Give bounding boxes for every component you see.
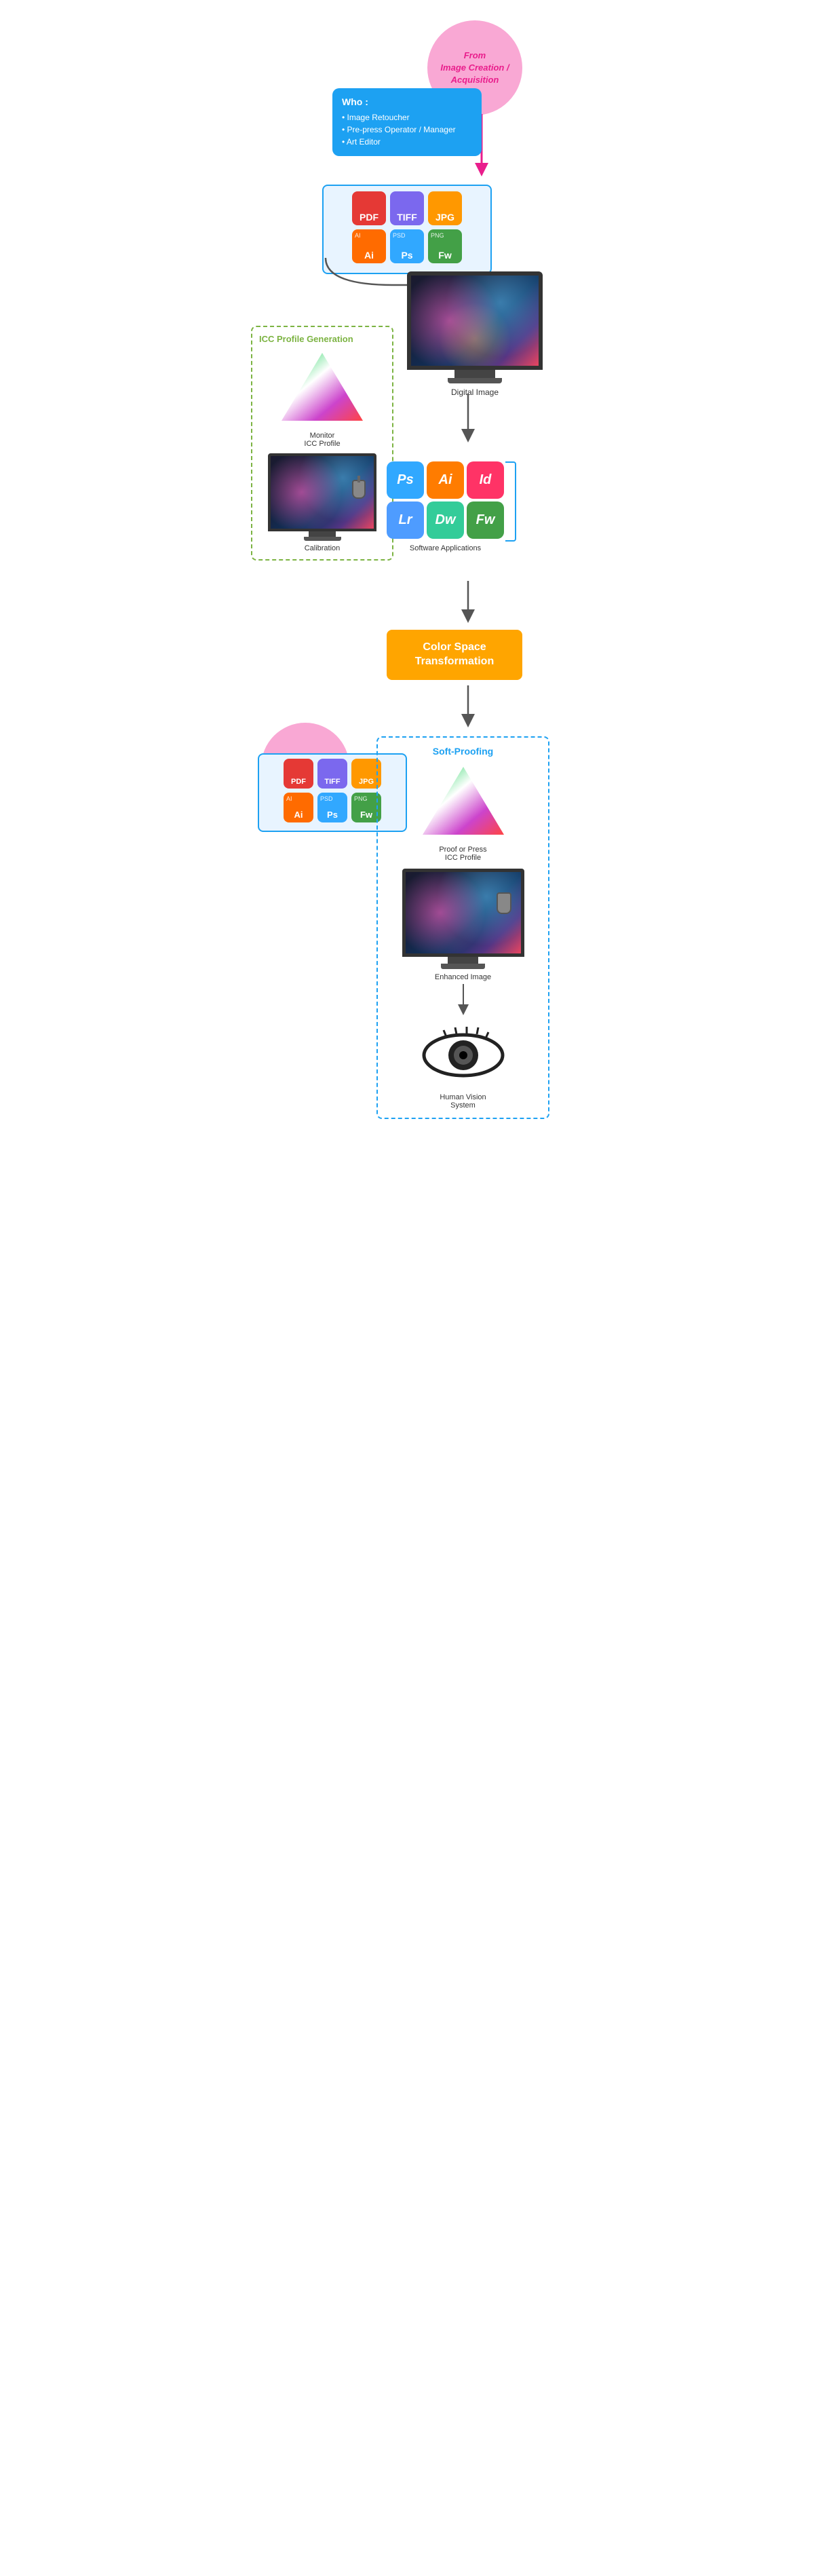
who-item-3: Art Editor	[342, 136, 472, 148]
eye-icon	[419, 1025, 507, 1086]
app-illustrator: Ai	[427, 461, 464, 499]
app-row-2: Lr Dw Fw	[387, 501, 504, 539]
fmt-tiff-2: TIFF	[317, 759, 347, 789]
proof-triangle	[419, 763, 507, 838]
app-indesign: Id	[467, 461, 504, 499]
cst-box: Color Space Transformation	[387, 630, 522, 680]
calib-base	[304, 537, 341, 541]
app-icons-wrapper: Ps Ai Id Lr Dw Fw	[387, 461, 504, 539]
app-dreamweaver: Dw	[427, 501, 464, 539]
app-row-1: Ps Ai Id	[387, 461, 504, 499]
calibration-monitor-wrapper	[259, 453, 385, 541]
enhanced-stand	[448, 957, 478, 964]
soft-proof-title: Soft-Proofing	[386, 746, 540, 757]
icc-title: ICC Profile Generation	[259, 334, 385, 344]
fmt-psd-2: PSD Ps	[317, 793, 347, 822]
enhanced-monitor-wrapper	[386, 869, 540, 969]
calib-stand	[309, 531, 336, 537]
soft-proof-box: Soft-Proofing Proof or Press ICC Profile…	[376, 736, 549, 1119]
enhanced-display	[402, 869, 524, 957]
calibration-label: Calibration	[259, 544, 385, 552]
app-lightroom: Lr	[387, 501, 424, 539]
diagram-container: From Image Creation / Acquisition Who : …	[244, 0, 570, 2576]
enhanced-label: Enhanced Image	[386, 973, 540, 981]
gamut-triangle	[278, 349, 366, 424]
vision-section: Human Vision System	[386, 1025, 540, 1110]
app-bracket	[505, 461, 516, 542]
app-icons: Ps Ai Id Lr Dw Fw	[387, 461, 504, 539]
proof-label: Proof or Press ICC Profile	[386, 846, 540, 862]
app-fireworks: Fw	[467, 501, 504, 539]
cst-to-softproof-arrow	[454, 685, 482, 733]
digital-monitor-section: Digital Image	[407, 271, 543, 397]
apps-to-cst-arrow	[454, 581, 482, 628]
who-title: Who :	[342, 96, 472, 107]
enhanced-base	[441, 964, 485, 969]
software-section: Ps Ai Id Lr Dw Fw Software Applications	[387, 461, 504, 552]
who-box: Who : Image Retoucher Pre-press Operator…	[332, 88, 482, 156]
who-item-1: Image Retoucher	[342, 111, 472, 124]
who-item-2: Pre-press Operator / Manager	[342, 124, 472, 136]
who-list: Image Retoucher Pre-press Operator / Man…	[342, 111, 472, 148]
fmt-pdf: PDF	[352, 191, 386, 225]
monitor-to-apps-arrow	[454, 394, 482, 448]
icc-profile-label: Monitor ICC Profile	[259, 432, 385, 448]
fmt-jpg: JPG	[428, 191, 462, 225]
calibration-tool	[352, 480, 366, 499]
fmt-pdf-2: PDF	[284, 759, 313, 789]
fmt-tiff: TIFF	[390, 191, 424, 225]
vision-label: Human Vision System	[386, 1093, 540, 1110]
software-label: Software Applications	[387, 544, 504, 552]
icc-section: ICC Profile Generation Monitor ICC Profi…	[251, 326, 393, 561]
monitor-base	[448, 378, 502, 383]
monitor-display	[407, 271, 543, 370]
fmt-ai-2: AI Ai	[284, 793, 313, 822]
app-photoshop: Ps	[387, 461, 424, 499]
calibration-display	[268, 453, 376, 531]
monitor-stand	[454, 370, 495, 378]
enhanced-calib-tool	[497, 892, 511, 914]
enhanced-to-eye-arrow	[450, 984, 477, 1021]
